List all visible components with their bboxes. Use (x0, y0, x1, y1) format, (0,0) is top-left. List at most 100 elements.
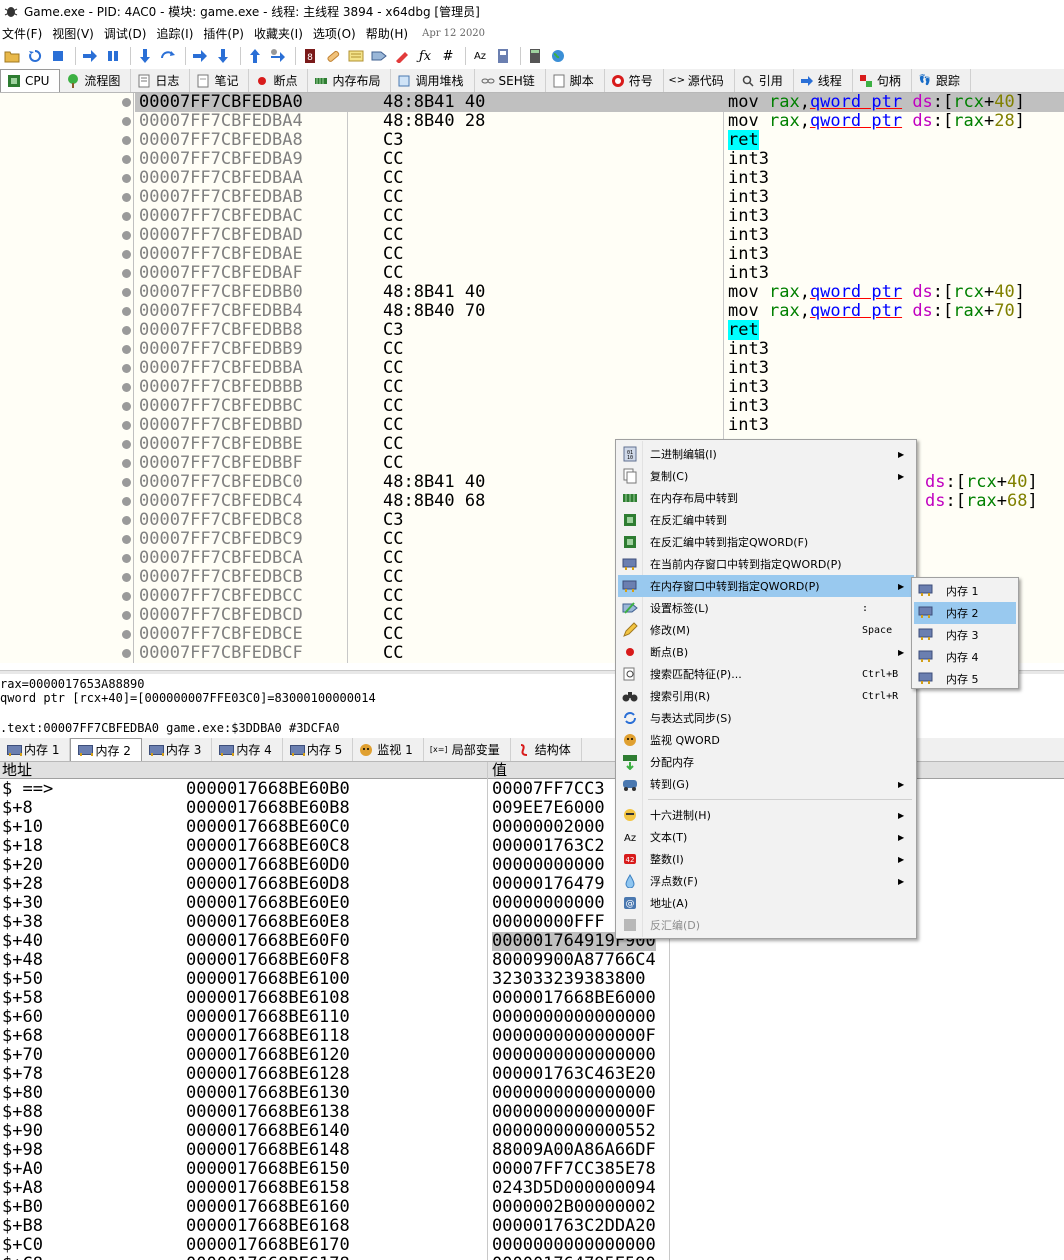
dump-row[interactable]: $+18 0000017668BE60C8 000001763C2 (0, 837, 670, 856)
context-menu-item[interactable]: Az 文本(T) ▶ (618, 826, 914, 848)
tab-dump-1[interactable]: 内存 1 (0, 738, 71, 761)
tab-seh-chain[interactable]: SEH链 (475, 69, 546, 92)
context-menu-item[interactable]: 42 整数(I) ▶ (618, 848, 914, 870)
comment-icon[interactable] (346, 46, 366, 66)
stop-icon[interactable] (48, 46, 68, 66)
menu-debug[interactable]: 调试(D) (102, 25, 155, 42)
run-icon[interactable] (80, 46, 100, 66)
menu-help[interactable]: 帮助(H) (364, 25, 416, 42)
breakpoint-marker[interactable] (122, 117, 131, 126)
pause-icon[interactable] (103, 46, 123, 66)
tab-script[interactable]: 脚本 (546, 69, 605, 92)
context-menu-item[interactable]: 复制(C) ▶ (618, 465, 914, 487)
bookmark-icon[interactable] (392, 46, 412, 66)
breakpoint-marker[interactable] (122, 535, 131, 544)
breakpoint-marker[interactable] (122, 136, 131, 145)
tab-cpu[interactable]: CPU (0, 69, 61, 92)
disassembly-row[interactable]: 00007FF7CBFEDBAF CC int3 (135, 264, 1064, 283)
dump-row[interactable]: $+10 0000017668BE60C0 00000002000 (0, 818, 670, 837)
menu-options[interactable]: 选项(O) (311, 25, 364, 42)
tab-struct[interactable]: 结构体 (511, 738, 582, 761)
breakpoint-marker[interactable] (122, 440, 131, 449)
restart-icon[interactable] (25, 46, 45, 66)
context-menu-item[interactable]: 分配内存 (618, 751, 914, 773)
dump-row[interactable]: $+90 0000017668BE6140 0000000000000552 (0, 1122, 670, 1141)
breakpoint-marker[interactable] (122, 193, 131, 202)
disassembly-row[interactable]: 00007FF7CBFEDBC9 CC (135, 530, 1064, 549)
breakpoint-marker[interactable] (122, 364, 131, 373)
tab-graph[interactable]: 流程图 (60, 69, 132, 92)
hash-icon[interactable]: # (438, 46, 458, 66)
context-menu-item[interactable]: 十六进制(H) ▶ (618, 804, 914, 826)
dump-row[interactable]: $+88 0000017668BE6138 000000000000000F (0, 1103, 670, 1122)
breakpoint-marker[interactable] (122, 421, 131, 430)
breakpoint-marker[interactable] (122, 516, 131, 525)
submenu-item[interactable]: 内存 3 (914, 624, 1016, 646)
disassembly-row[interactable]: 00007FF7CBFEDBBE CC (135, 435, 1064, 454)
breakpoint-marker[interactable] (122, 326, 131, 335)
disassembly-row[interactable]: 00007FF7CBFEDBAD CC int3 (135, 226, 1064, 245)
dump-row[interactable]: $+68 0000017668BE6118 000000000000000F (0, 1027, 670, 1046)
breakpoint-marker[interactable] (122, 554, 131, 563)
dump-row[interactable]: $+C8 0000017668BE6178 000001764795E590 (0, 1255, 670, 1260)
disassembly-row[interactable]: 00007FF7CBFEDBBD CC int3 (135, 416, 1064, 435)
dump-row[interactable]: $+80 0000017668BE6130 0000000000000000 (0, 1084, 670, 1103)
disassembly-row[interactable]: 00007FF7CBFEDBBB CC int3 (135, 378, 1064, 397)
breakpoint-marker[interactable] (122, 383, 131, 392)
dump-row[interactable]: $+A0 0000017668BE6150 00007FF7CC385E78 (0, 1160, 670, 1179)
submenu-item[interactable]: 内存 1 (914, 580, 1016, 602)
context-menu-item[interactable]: 在反汇编中转到 (618, 509, 914, 531)
globe-icon[interactable] (548, 46, 568, 66)
menu-file[interactable]: 文件(F) (0, 25, 50, 42)
disassembly-row[interactable]: 00007FF7CBFEDBBF CC (135, 454, 1064, 473)
disassembly-row[interactable]: 00007FF7CBFEDBA9 CC int3 (135, 150, 1064, 169)
breakpoint-marker[interactable] (122, 573, 131, 582)
breakpoint-marker[interactable] (122, 212, 131, 221)
breakpoint-marker[interactable] (122, 611, 131, 620)
function-icon[interactable]: ƒx (415, 46, 435, 66)
disassembly-row[interactable]: 00007FF7CBFEDBAC CC int3 (135, 207, 1064, 226)
dump-row[interactable]: $+58 0000017668BE6108 0000017668BE6000 (0, 989, 670, 1008)
submenu-item[interactable]: 内存 4 (914, 646, 1016, 668)
context-menu-item[interactable]: 设置标签(L): (618, 597, 914, 619)
dump-row[interactable]: $ ==> 0000017668BE60B0 00007FF7CC3 (0, 780, 670, 799)
disassembly-row[interactable]: 00007FF7CBFEDBA4 48:8B40 28 mov rax,qword … (135, 112, 1064, 131)
scylla-icon[interactable]: 8 (300, 46, 320, 66)
dump-row[interactable]: $+40 0000017668BE60F0 000001764919F900 (0, 932, 670, 951)
dump-row[interactable]: $+70 0000017668BE6120 0000000000000000 (0, 1046, 670, 1065)
breakpoint-marker[interactable] (122, 649, 131, 658)
breakpoint-marker[interactable] (122, 592, 131, 601)
tab-trace[interactable]: 👣 跟踪 (912, 69, 971, 92)
context-menu-item[interactable]: 断点(B) ▶ (618, 641, 914, 663)
breakpoint-marker[interactable] (122, 288, 131, 297)
disassembly-row[interactable]: 00007FF7CBFEDBC0 48:8B41 40 ds:[rcx+40] (135, 473, 1064, 492)
breakpoint-marker[interactable] (122, 307, 131, 316)
breakpoint-marker[interactable] (122, 630, 131, 639)
tab-notes[interactable]: 笔记 (190, 69, 250, 92)
label-icon[interactable] (369, 46, 389, 66)
strings-icon[interactable]: Az (470, 46, 490, 66)
dump-row[interactable]: $+8 0000017668BE60B8 009EE7E6000 (0, 799, 670, 818)
context-menu-item[interactable]: 转到(G) ▶ (618, 773, 914, 795)
context-menu-item[interactable]: 搜索匹配特征(P)... Ctrl+B (618, 663, 914, 685)
dump-row[interactable]: $+B8 0000017668BE6168 000001763C2DDA20 (0, 1217, 670, 1236)
trace-over-icon[interactable] (213, 46, 233, 66)
tab-handles[interactable]: 句柄 (853, 69, 912, 92)
context-menu-item[interactable]: 01 10 二进制编辑(I) ▶ (618, 443, 914, 465)
breakpoint-marker[interactable] (122, 250, 131, 259)
dump-row[interactable]: $+C0 0000017668BE6170 0000000000000000 (0, 1236, 670, 1255)
disassembly-row[interactable]: 00007FF7CBFEDBCA CC (135, 549, 1064, 568)
disassembly-gutter[interactable] (0, 93, 134, 663)
breakpoint-marker[interactable] (122, 98, 131, 107)
disassembly-row[interactable]: 00007FF7CBFEDBB4 48:8B40 70 mov rax,qword … (135, 302, 1064, 321)
disassembly-row[interactable]: 00007FF7CBFEDBAB CC int3 (135, 188, 1064, 207)
context-menu-item[interactable]: 在当前内存窗口中转到指定QWORD(P) (618, 553, 914, 575)
step-into-icon[interactable] (135, 46, 155, 66)
dump-row[interactable]: $+50 0000017668BE6100 323033239383800 (0, 970, 670, 989)
breakpoint-marker[interactable] (122, 174, 131, 183)
trace-into-icon[interactable] (190, 46, 210, 66)
open-icon[interactable] (2, 46, 22, 66)
menu-view[interactable]: 视图(V) (50, 25, 102, 42)
disassembly-row[interactable]: 00007FF7CBFEDBAE CC int3 (135, 245, 1064, 264)
context-menu-item[interactable]: 与表达式同步(S) (618, 707, 914, 729)
